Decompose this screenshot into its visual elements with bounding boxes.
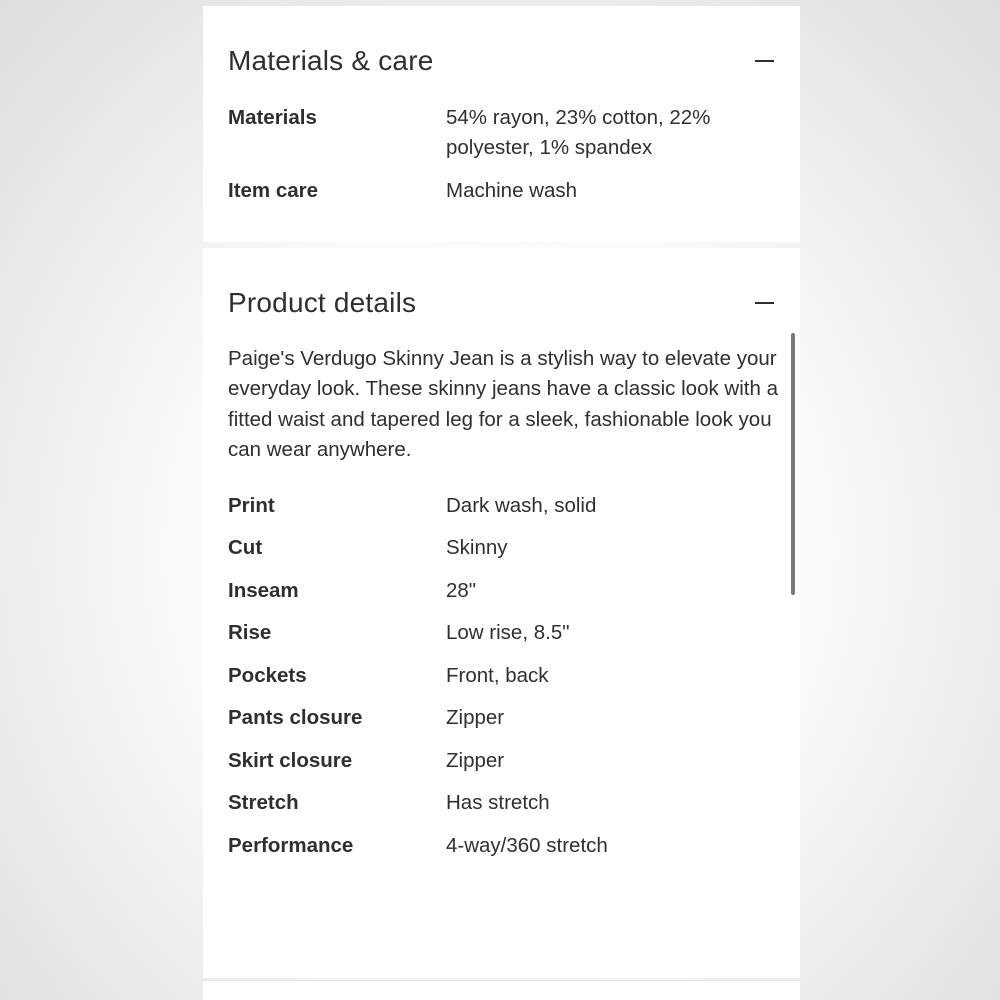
spec-value: Zipper: [446, 706, 505, 729]
spec-value: Skinny: [446, 536, 508, 559]
product-details-header[interactable]: Product details: [228, 283, 775, 323]
spec-row-skirt-closure: Skirt closure Zipper: [228, 746, 775, 776]
spec-label: Skirt closure: [228, 749, 353, 772]
product-details-title: Product details: [228, 287, 417, 318]
spec-value: Low rise, 8.5": [446, 621, 570, 644]
product-details-section: Product details Paige's Verdugo Skinny J…: [203, 248, 800, 978]
product-details-collapse-button[interactable]: [753, 292, 775, 314]
spec-label: Performance: [228, 834, 354, 857]
spec-row-stretch: Stretch Has stretch: [228, 788, 775, 818]
spec-label: Item care: [228, 179, 319, 202]
spec-label: Cut: [228, 536, 263, 559]
next-section: [203, 980, 800, 1000]
spec-row-cut: Cut Skinny: [228, 533, 775, 563]
spec-value: 4-way/360 stretch: [446, 834, 608, 857]
spec-label: Pockets: [228, 664, 307, 687]
materials-care-header[interactable]: Materials & care: [228, 41, 775, 81]
spec-row-performance: Performance 4-way/360 stretch: [228, 831, 775, 861]
spec-label: Stretch: [228, 791, 299, 814]
spec-label: Materials: [228, 106, 317, 129]
materials-care-section: Materials & care Materials 54% rayon, 23…: [203, 6, 800, 242]
spec-value: Dark wash, solid: [446, 494, 597, 517]
spec-label: Rise: [228, 621, 272, 644]
spec-row-print: Print Dark wash, solid: [228, 491, 775, 521]
product-description: Paige's Verdugo Skinny Jean is a stylish…: [228, 347, 778, 461]
minus-icon: [754, 60, 774, 62]
spec-row-rise: Rise Low rise, 8.5": [228, 618, 775, 648]
scrollbar[interactable]: [791, 333, 795, 595]
spec-value: Machine wash: [446, 179, 578, 202]
spec-label: Print: [228, 494, 275, 517]
spec-value: 28": [446, 579, 477, 602]
minus-icon: [754, 302, 774, 304]
spec-label: Pants closure: [228, 706, 363, 729]
spec-row-inseam: Inseam 28": [228, 576, 775, 606]
spec-value: 54% rayon, 23% cotton, 22% polyester, 1%…: [446, 106, 711, 159]
spec-row-pants-closure: Pants closure Zipper: [228, 703, 775, 733]
spec-row-item-care: Item care Machine wash: [228, 176, 775, 206]
spec-row-pockets: Pockets Front, back: [228, 661, 775, 691]
spec-value: Zipper: [446, 749, 505, 772]
spec-value: Has stretch: [446, 791, 550, 814]
materials-care-collapse-button[interactable]: [753, 50, 775, 72]
spec-label: Inseam: [228, 579, 299, 602]
spec-value: Front, back: [446, 664, 549, 687]
materials-care-title: Materials & care: [228, 45, 434, 76]
spec-row-materials: Materials 54% rayon, 23% cotton, 22% pol…: [228, 103, 775, 163]
